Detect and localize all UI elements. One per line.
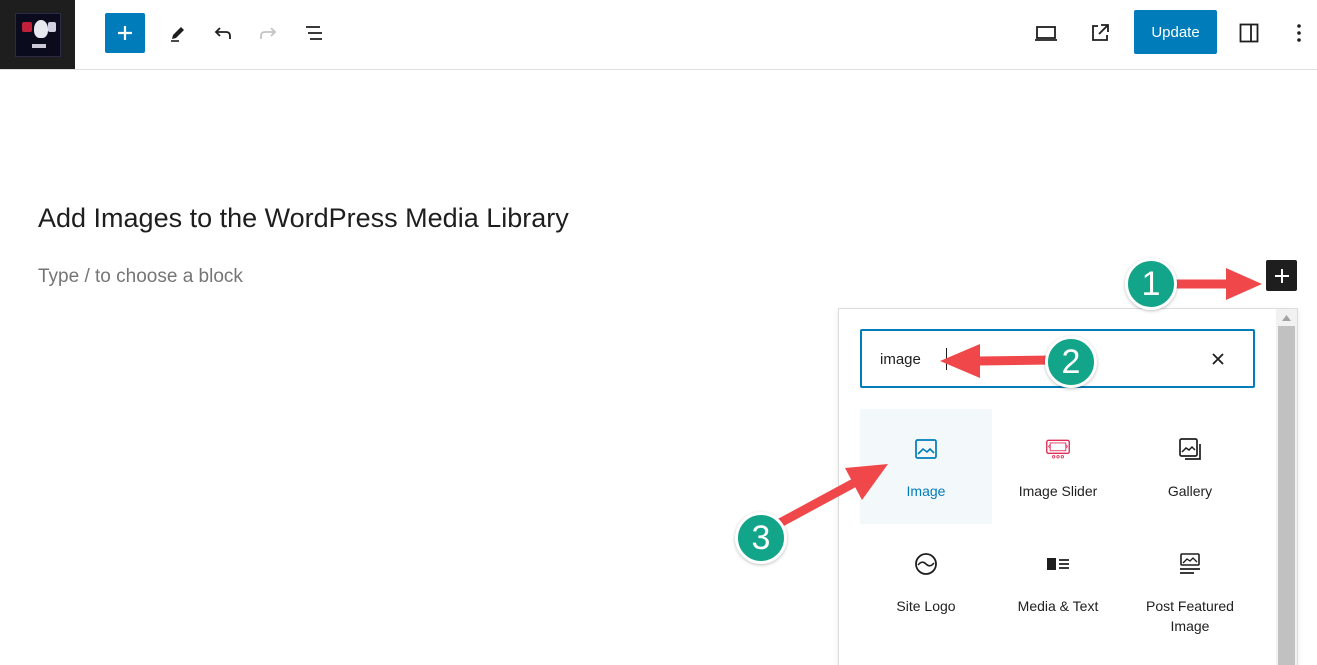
text-caret bbox=[946, 348, 947, 370]
image-slider-icon bbox=[1045, 436, 1071, 462]
block-item-image-slider[interactable]: Image Slider bbox=[992, 409, 1124, 524]
options-menu-button[interactable] bbox=[1281, 13, 1317, 53]
editor-page: Update Add Images to the WordPress Media… bbox=[0, 0, 1317, 665]
block-item-label: Gallery bbox=[1167, 483, 1213, 499]
close-icon bbox=[1212, 353, 1224, 365]
view-post-button[interactable] bbox=[1082, 13, 1118, 53]
annotation-step-2-badge: 2 bbox=[1045, 336, 1097, 388]
plus-icon bbox=[118, 26, 132, 40]
post-featured-image-icon bbox=[1177, 551, 1203, 577]
external-link-icon bbox=[1092, 24, 1109, 41]
block-item-image[interactable]: Image bbox=[860, 409, 992, 524]
annotation-step-1-badge: 1 bbox=[1125, 258, 1177, 310]
block-item-label: Image bbox=[906, 483, 946, 499]
settings-sidebar-button[interactable] bbox=[1231, 13, 1267, 53]
image-icon bbox=[913, 436, 939, 462]
block-item-site-logo[interactable]: Site Logo bbox=[860, 524, 992, 639]
site-logo-image bbox=[14, 12, 61, 57]
block-item-gallery[interactable]: Gallery bbox=[1124, 409, 1256, 524]
media-text-icon bbox=[1045, 551, 1071, 577]
block-placeholder[interactable]: Type / to choose a block bbox=[38, 266, 243, 288]
annotation-step-3-badge: 3 bbox=[735, 512, 787, 564]
plus-icon bbox=[1274, 268, 1289, 283]
block-item-label: Image Slider bbox=[1018, 483, 1098, 499]
tools-button[interactable] bbox=[160, 13, 196, 53]
list-view-icon bbox=[306, 26, 322, 40]
block-item-label: Site Logo bbox=[896, 598, 956, 614]
post-title[interactable]: Add Images to the WordPress Media Librar… bbox=[38, 203, 569, 234]
undo-icon bbox=[214, 27, 231, 39]
sidebar-icon bbox=[1239, 23, 1259, 43]
scroll-thumb[interactable] bbox=[1278, 326, 1295, 665]
block-item-media-text[interactable]: Media & Text bbox=[992, 524, 1124, 639]
desktop-preview-icon bbox=[1035, 26, 1057, 41]
block-item-label: Media & Text bbox=[1017, 598, 1099, 614]
preview-button[interactable] bbox=[1028, 13, 1064, 53]
site-logo-icon bbox=[913, 551, 939, 577]
undo-button[interactable] bbox=[205, 13, 241, 53]
redo-icon bbox=[260, 27, 277, 39]
block-search-input[interactable] bbox=[880, 348, 1200, 370]
scroll-up-arrow[interactable] bbox=[1276, 309, 1297, 326]
clear-search-button[interactable] bbox=[1206, 347, 1230, 371]
triangle-up-icon bbox=[1282, 314, 1291, 321]
pencil-icon bbox=[171, 27, 184, 42]
update-button[interactable]: Update bbox=[1134, 10, 1217, 54]
block-item-post-featured-image[interactable]: Post Featured Image bbox=[1124, 524, 1256, 639]
block-item-label: Post Featured Image bbox=[1146, 598, 1234, 634]
annotation-arrow-1 bbox=[1163, 268, 1262, 300]
block-inserter-toggle[interactable] bbox=[1266, 260, 1297, 291]
more-vertical-icon bbox=[1297, 24, 1301, 42]
list-view-button[interactable] bbox=[296, 13, 332, 53]
top-toolbar: Update bbox=[0, 0, 1317, 70]
site-logo-button[interactable] bbox=[0, 0, 75, 69]
popover-scrollbar[interactable] bbox=[1276, 309, 1297, 665]
block-inserter-button[interactable] bbox=[105, 13, 145, 53]
gallery-icon bbox=[1177, 436, 1203, 462]
redo-button[interactable] bbox=[250, 13, 286, 53]
